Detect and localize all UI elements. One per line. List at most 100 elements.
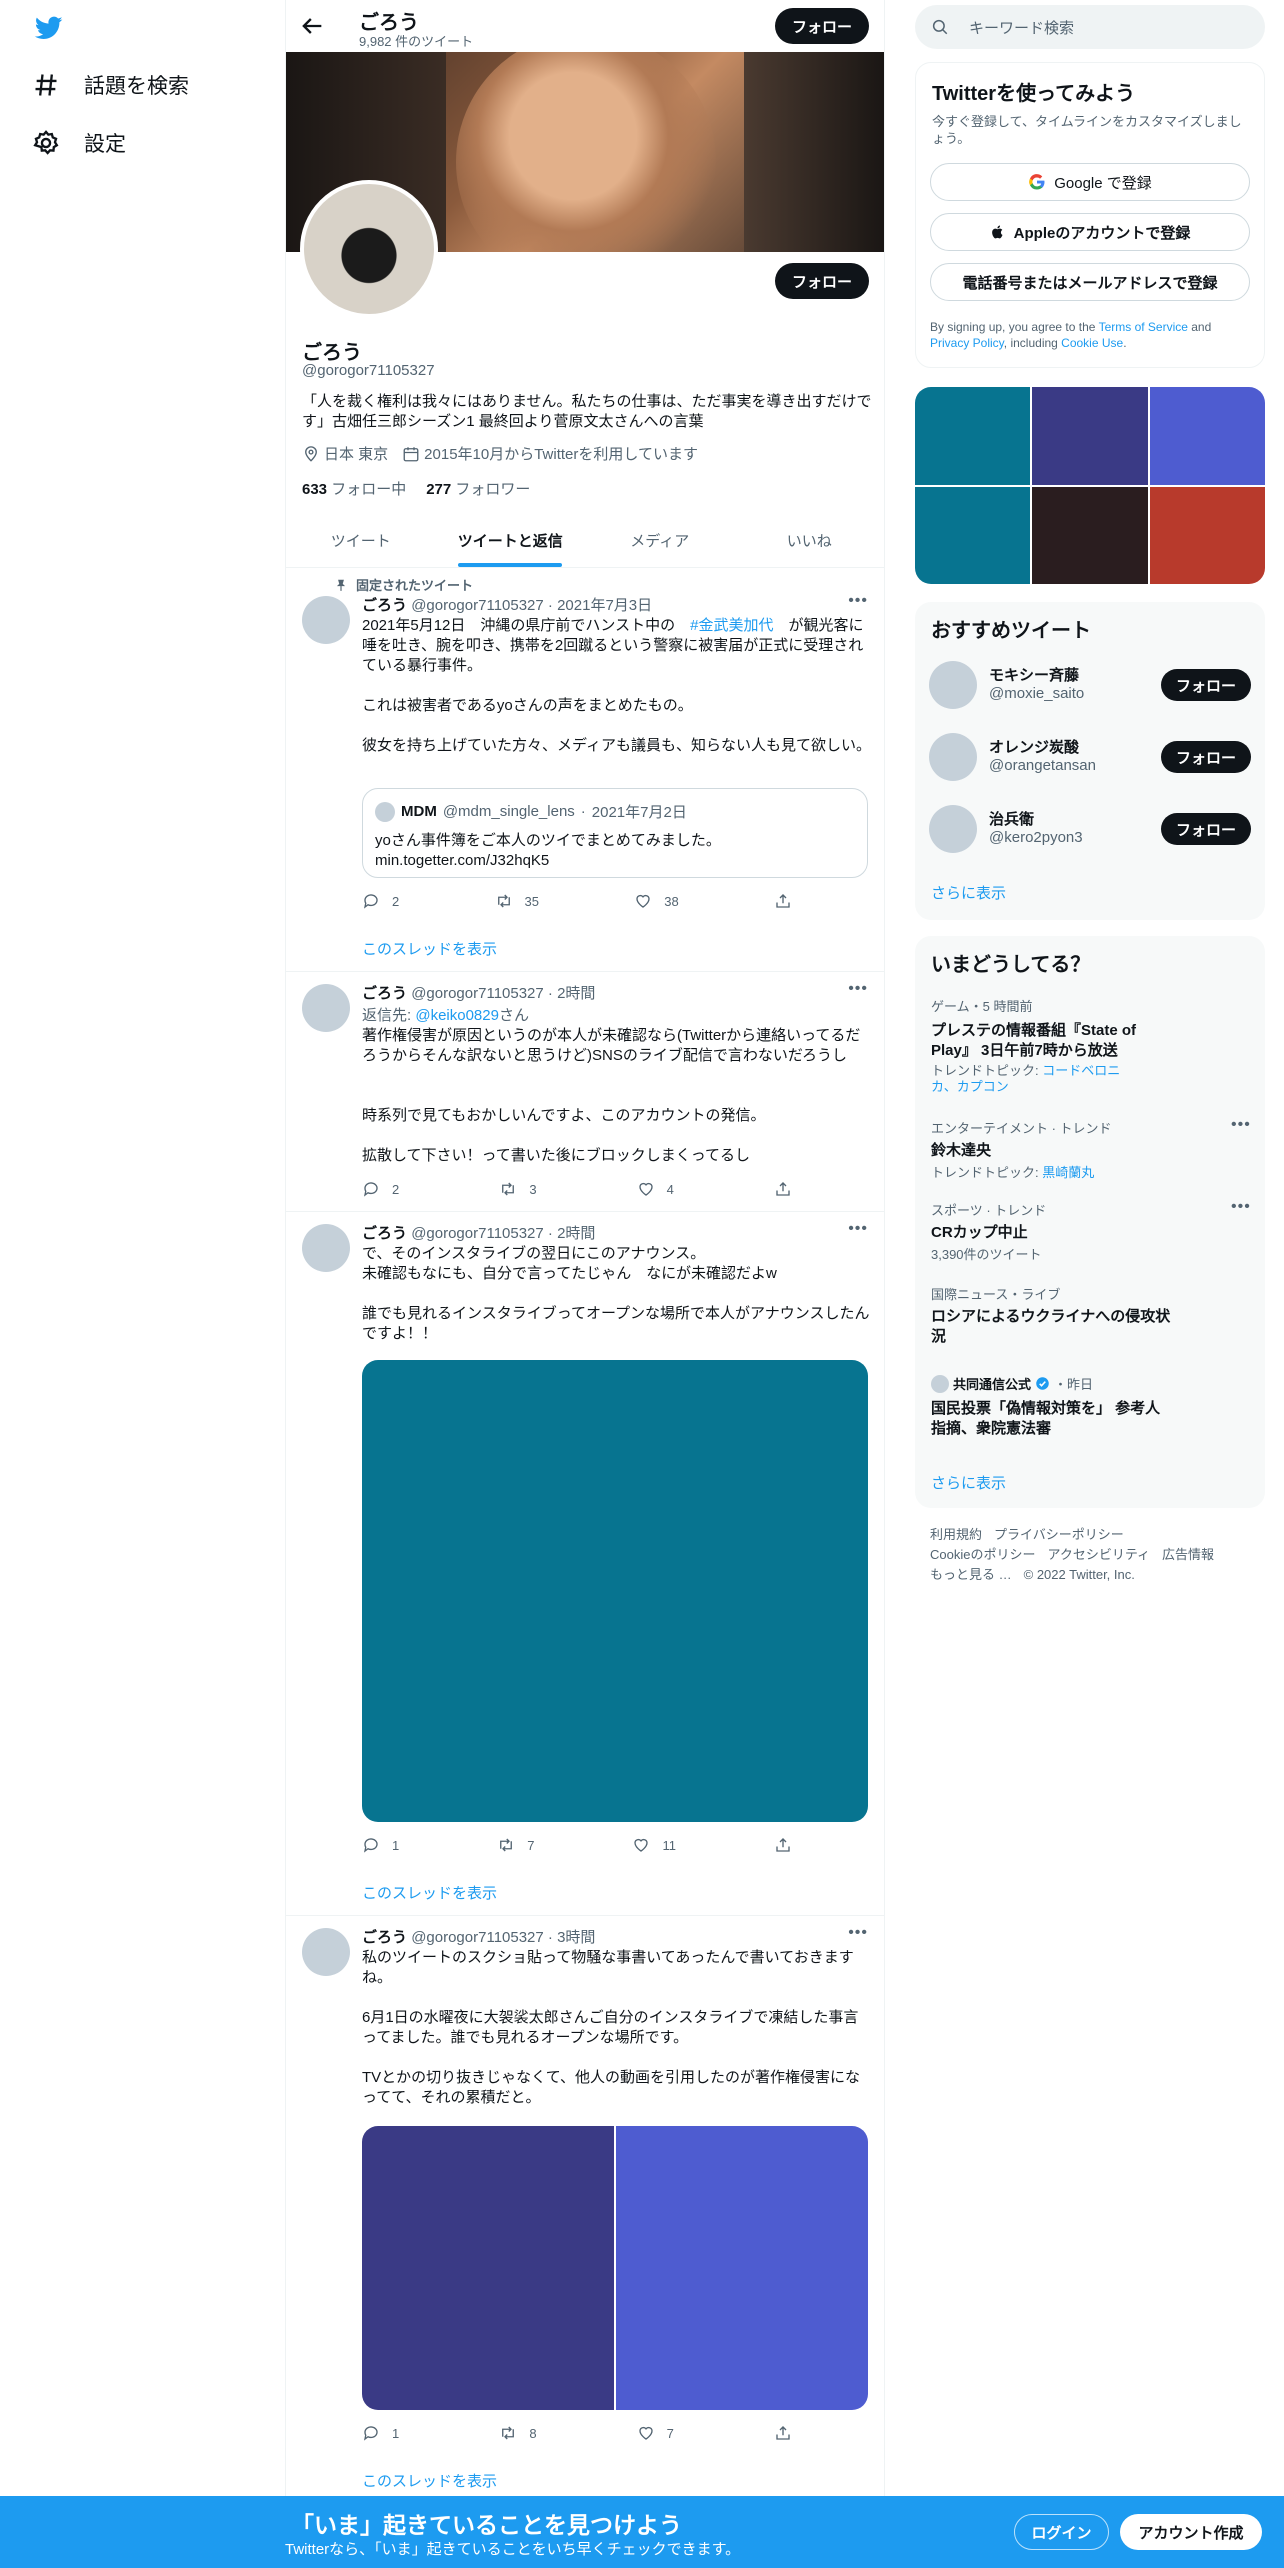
tweet-time[interactable]: 2時間 [557, 985, 595, 1002]
reply-to-handle[interactable]: @keiko0829 [415, 1007, 499, 1024]
reply-button[interactable]: 2 [362, 1180, 399, 1198]
nav-settings[interactable]: 設定 [32, 128, 126, 158]
tweet-with-image[interactable]: ごろう @gorogor71105327 · 2時間 ••• で、そのインスタラ… [286, 1212, 884, 1916]
like-button[interactable]: 38 [634, 892, 679, 910]
more-options-icon[interactable]: ••• [848, 980, 868, 998]
tweet-reply[interactable]: ごろう @gorogor71105327 · 2時間 ••• 返信先: @kei… [286, 972, 884, 1212]
search-box[interactable]: キーワード検索 [915, 5, 1265, 49]
tab-media[interactable]: メディア [585, 514, 735, 567]
back-arrow-icon[interactable] [298, 12, 326, 40]
phone-email-signup-button[interactable]: 電話番号またはメールアドレスで登録 [930, 263, 1250, 301]
suggested-user[interactable]: 治兵衛 @kero2pyon3 フォロー [929, 802, 1251, 856]
retweet-button[interactable]: 3 [499, 1180, 537, 1198]
trend-item[interactable]: ゲーム・5 時間前 プレステの情報番組『State of Play』 3日午前7… [931, 996, 1251, 1095]
suggested-user[interactable]: オレンジ炭酸 @orangetansan フォロー [929, 730, 1251, 784]
like-button[interactable]: 11 [632, 1836, 676, 1854]
share-button[interactable] [774, 1836, 792, 1854]
follow-button[interactable]: フォロー [1161, 813, 1251, 845]
twitter-logo-icon[interactable] [32, 14, 66, 42]
hashtag-link[interactable]: #金武美加代 [690, 617, 773, 634]
share-button[interactable] [774, 2424, 792, 2442]
tweet-image[interactable] [362, 1360, 868, 1822]
trend-news-item[interactable]: 共同通信公式 ・昨日 国民投票「偽情報対策を」 参考人指摘、衆院憲法審 [931, 1374, 1251, 1439]
reply-button[interactable]: 2 [362, 892, 399, 910]
followers-stat[interactable]: 277 フォロワー [426, 478, 530, 499]
tweet-author-name[interactable]: ごろう [362, 1929, 407, 1946]
show-thread-link[interactable]: このスレッドを表示 [362, 2470, 497, 2491]
tweet-avatar[interactable] [302, 596, 350, 644]
footer-privacy-link[interactable]: プライバシーポリシー [994, 1525, 1124, 1545]
follow-button[interactable]: フォロー [775, 263, 869, 299]
tweet-time[interactable]: 2021年7月3日 [557, 597, 652, 614]
reply-button[interactable]: 1 [362, 1836, 399, 1854]
more-options-icon[interactable]: ••• [848, 1220, 868, 1238]
privacy-policy-link[interactable]: Privacy Policy [930, 336, 1004, 350]
trend-item[interactable]: スポーツ · トレンド CRカップ中止 3,390件のツイート [931, 1200, 1251, 1263]
reply-icon [363, 2426, 378, 2441]
footer-accessibility-link[interactable]: アクセシビリティ [1047, 1545, 1150, 1565]
tab-tweets-and-replies[interactable]: ツイートと返信 [436, 514, 586, 567]
tweet-time[interactable]: 2時間 [557, 1225, 595, 1242]
tweet-author-name[interactable]: ごろう [362, 985, 407, 1002]
more-options-icon[interactable]: ••• [1231, 1198, 1250, 1216]
more-options-icon[interactable]: ••• [1231, 1116, 1250, 1134]
tweet-avatar[interactable] [302, 1224, 350, 1272]
media-thumbnail[interactable] [915, 387, 1031, 485]
media-thumbnail[interactable] [1032, 387, 1148, 485]
nav-explore[interactable]: 話題を検索 [32, 70, 189, 100]
tweet-author-name[interactable]: ごろう [362, 597, 407, 614]
follow-button[interactable]: フォロー [1161, 669, 1251, 701]
more-options-icon[interactable]: ••• [848, 592, 868, 610]
footer-cookie-link[interactable]: Cookieのポリシー [930, 1545, 1035, 1565]
tweet-with-images[interactable]: ごろう @gorogor71105327 · 3時間 ••• 私のツイートのスク… [286, 1916, 884, 2496]
tweet-author-handle: @gorogor71105327 [411, 1225, 544, 1242]
follow-button[interactable]: フォロー [1161, 741, 1251, 773]
more-options-icon[interactable]: ••• [848, 1924, 868, 1942]
media-thumbnail[interactable] [1149, 387, 1265, 485]
apple-signup-button[interactable]: Appleのアカウントで登録 [930, 213, 1250, 251]
suggested-user[interactable]: モキシー斉藤 @moxie_saito フォロー [929, 658, 1251, 712]
footer-ads-link[interactable]: 広告情報 [1162, 1545, 1214, 1565]
tab-likes[interactable]: いいね [735, 514, 885, 567]
profile-avatar[interactable] [300, 180, 438, 318]
header-follow-button[interactable]: フォロー [775, 8, 869, 44]
google-signup-button[interactable]: Google で登録 [930, 163, 1250, 201]
tweet-avatar[interactable] [302, 984, 350, 1032]
tweet-time[interactable]: 3時間 [557, 1929, 595, 1946]
share-button[interactable] [774, 892, 792, 910]
tweet-image[interactable] [362, 2126, 614, 2410]
footer-terms-link[interactable]: 利用規約 [930, 1525, 982, 1545]
cookie-use-link[interactable]: Cookie Use [1061, 336, 1123, 350]
media-thumbnail[interactable] [915, 486, 1031, 584]
tweet-avatar[interactable] [302, 1928, 350, 1976]
like-button[interactable]: 7 [637, 2424, 674, 2442]
suggested-show-more-link[interactable]: さらに表示 [931, 882, 1006, 903]
show-thread-link[interactable]: このスレッドを表示 [362, 1882, 497, 1903]
trends-title: いまどうしてる？ [931, 954, 1091, 976]
footer-more-link[interactable]: もっと見る … [930, 1565, 1012, 1585]
retweet-button[interactable]: 7 [497, 1836, 534, 1854]
trends-show-more-link[interactable]: さらに表示 [931, 1472, 1006, 1493]
tweet-pinned[interactable]: 固定されたツイート ごろう @gorogor71105327 · 2021年7月… [286, 568, 884, 972]
quoted-tweet[interactable]: MDM @mdm_single_lens · 2021年7月2日 yoさん事件簿… [362, 788, 868, 878]
media-thumbnail[interactable] [1149, 486, 1265, 584]
share-button[interactable] [774, 1180, 792, 1198]
tab-tweets[interactable]: ツイート [286, 514, 436, 567]
retweet-button[interactable]: 8 [499, 2424, 537, 2442]
signup-button[interactable]: アカウント作成 [1120, 2514, 1262, 2550]
tweet-image[interactable] [616, 2126, 868, 2410]
media-thumbnail[interactable] [1032, 486, 1148, 584]
show-thread-link[interactable]: このスレッドを表示 [362, 938, 497, 959]
login-button[interactable]: ログイン [1014, 2514, 1109, 2550]
trend-item[interactable]: エンターテイメント · トレンド 鈴木達央 トレンドトピック: 黒崎蘭丸 [931, 1118, 1251, 1181]
tweet-author-name[interactable]: ごろう [362, 1225, 407, 1242]
like-button[interactable]: 4 [637, 1180, 674, 1198]
reply-button[interactable]: 1 [362, 2424, 399, 2442]
retweet-button[interactable]: 35 [495, 892, 539, 910]
quote-author-name: MDM [401, 803, 437, 820]
terms-of-service-link[interactable]: Terms of Service [1099, 320, 1188, 334]
trend-topic-link[interactable]: 黒崎蘭丸 [1042, 1165, 1094, 1180]
following-stat[interactable]: 633 フォロー中 [302, 478, 406, 499]
trend-item[interactable]: 国際ニュース・ライブ ロシアによるウクライナへの侵攻状況 [931, 1284, 1251, 1347]
share-icon [776, 1182, 790, 1196]
